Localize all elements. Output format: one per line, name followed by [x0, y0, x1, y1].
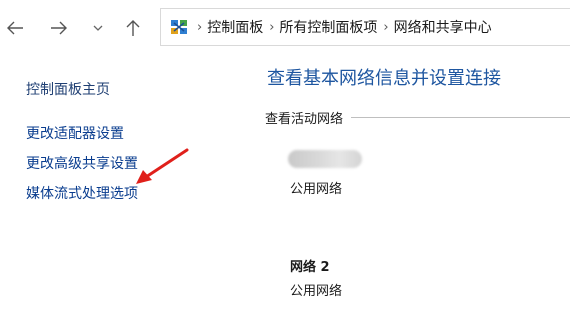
breadcrumb-separator: › [269, 19, 275, 35]
control-panel-icon [171, 20, 187, 34]
section-divider [351, 116, 570, 118]
network-2-type: 公用网络 [290, 284, 343, 299]
navigation-bar: › 控制面板 › 所有控制面板项 › 网络和共享中心 [0, 0, 570, 55]
network-sharing-center-window: › 控制面板 › 所有控制面板项 › 网络和共享中心 控制面板主页 更改适配器设… [0, 0, 570, 320]
breadcrumb-control-panel[interactable]: 控制面板 [207, 17, 263, 37]
recent-locations-button[interactable] [87, 17, 109, 39]
address-bar[interactable]: › 控制面板 › 所有控制面板项 › 网络和共享中心 [160, 8, 570, 46]
up-button[interactable] [122, 17, 144, 39]
breadcrumb-all-items[interactable]: 所有控制面板项 [279, 17, 377, 37]
change-advanced-sharing-link[interactable]: 更改高级共享设置 [26, 153, 138, 173]
media-streaming-options-link[interactable]: 媒体流式处理选项 [26, 183, 138, 203]
control-panel-home-link[interactable]: 控制面板主页 [26, 79, 110, 99]
breadcrumb-separator: › [197, 19, 203, 35]
chevron-down-icon [93, 25, 103, 31]
active-networks-label: 查看活动网络 [265, 111, 344, 127]
active-networks-header: 查看活动网络 [265, 108, 570, 127]
page-title: 查看基本网络信息并设置连接 [267, 68, 501, 89]
network-1-type: 公用网络 [290, 182, 343, 197]
network-1-name-blurred [288, 150, 362, 168]
back-button[interactable] [4, 17, 26, 39]
left-task-pane: 控制面板主页 更改适配器设置 更改高级共享设置 媒体流式处理选项 [0, 55, 245, 320]
network-2-name: 网络 2 [290, 260, 330, 275]
forward-button[interactable] [48, 17, 70, 39]
up-arrow-icon [126, 20, 140, 36]
breadcrumb-separator: › [383, 19, 389, 35]
change-adapter-settings-link[interactable]: 更改适配器设置 [26, 123, 124, 143]
back-arrow-icon [7, 21, 23, 35]
breadcrumb-network-center[interactable]: 网络和共享中心 [394, 17, 492, 37]
red-arrow-annotation-icon [136, 148, 189, 184]
forward-arrow-icon [51, 21, 67, 35]
